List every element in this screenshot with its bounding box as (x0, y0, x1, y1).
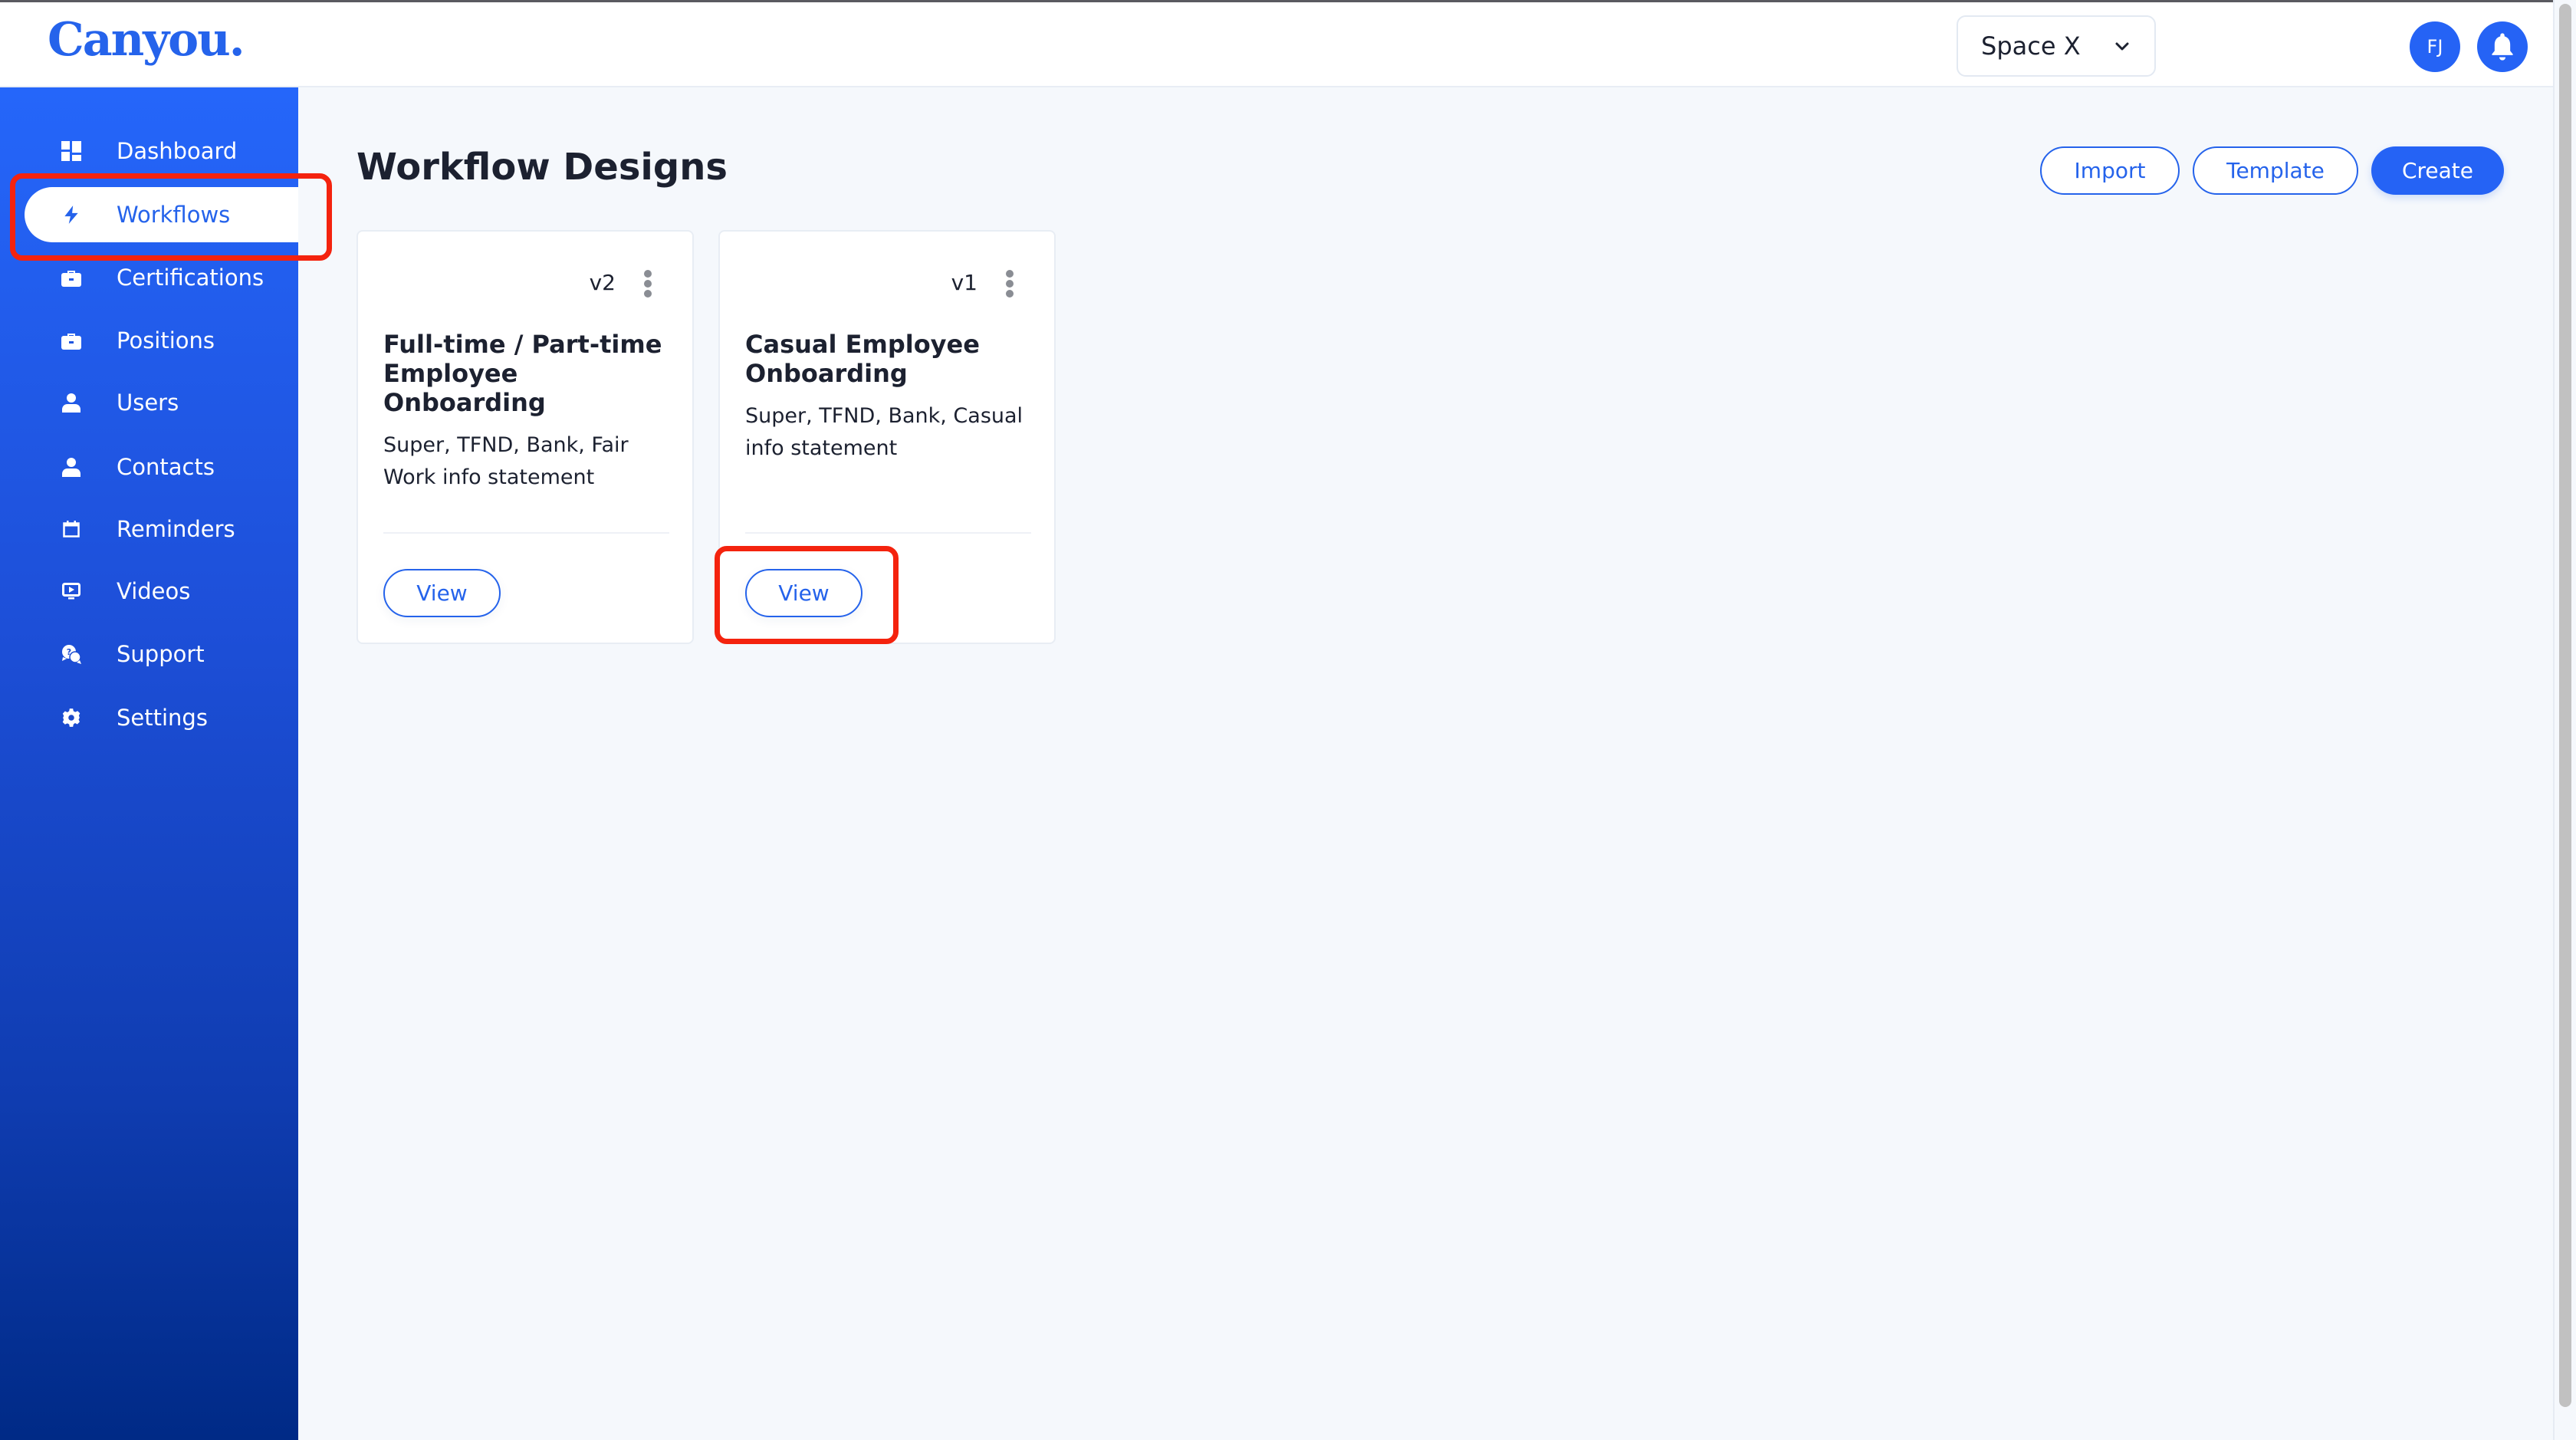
sidebar-item-dashboard[interactable]: Dashboard (25, 123, 298, 179)
sidebar-item-label: Workflows (117, 202, 231, 228)
card-title: Casual Employee Onboarding (745, 330, 980, 388)
sidebar-item-settings[interactable]: Settings (25, 690, 298, 745)
svg-text:?: ? (67, 647, 71, 657)
card-description: Super, TFND, Bank, Casual info statement (745, 404, 1024, 460)
video-icon (60, 580, 83, 603)
user-icon (60, 455, 83, 478)
more-options-icon[interactable] (1004, 268, 1016, 299)
support-chat-icon: ? (60, 643, 83, 666)
sidebar-item-label: Users (117, 390, 179, 416)
sidebar-item-reminders[interactable]: Reminders (25, 501, 298, 557)
sidebar-item-contacts[interactable]: Contacts (25, 439, 298, 495)
card-description: Super, TFND, Bank, Fair Work info statem… (383, 433, 629, 489)
space-selector-dropdown[interactable]: Space X (1957, 15, 2156, 77)
create-button[interactable]: Create (2371, 146, 2504, 195)
briefcase-icon (60, 266, 83, 289)
sidebar-item-label: Positions (117, 327, 215, 353)
notifications-button[interactable] (2477, 21, 2528, 72)
card-divider (745, 532, 1031, 534)
bell-icon (2492, 33, 2513, 61)
sidebar-item-users[interactable]: Users (25, 375, 298, 430)
user-icon (60, 391, 83, 414)
more-options-icon[interactable] (642, 268, 654, 299)
sidebar-item-videos[interactable]: Videos (25, 564, 298, 619)
version-label: v2 (589, 270, 616, 295)
page-title: Workflow Designs (356, 146, 728, 189)
bolt-icon (60, 203, 83, 226)
sidebar-item-label: Videos (117, 578, 191, 604)
template-button[interactable]: Template (2193, 146, 2358, 195)
chevron-down-icon (2115, 42, 2129, 51)
view-button[interactable]: View (745, 569, 863, 617)
canyou-logo[interactable]: Canyou. (48, 13, 245, 67)
sidebar-item-label: Reminders (117, 516, 235, 542)
briefcase-icon (60, 329, 83, 352)
avatar-initials: FJ (2426, 36, 2443, 58)
version-label: v1 (951, 270, 978, 295)
import-button[interactable]: Import (2040, 146, 2180, 195)
sidebar-item-label: Contacts (117, 454, 215, 480)
vertical-scrollbar-thumb[interactable] (2559, 4, 2571, 1407)
workflow-card: v1 Casual Employee Onboarding Super, TFN… (718, 230, 1056, 644)
space-selector-value: Space X (1981, 31, 2081, 61)
calendar-icon (60, 518, 83, 541)
sidebar-item-label: Dashboard (117, 138, 238, 164)
sidebar-item-positions[interactable]: Positions (25, 313, 298, 368)
sidebar-item-label: Certifications (117, 265, 264, 291)
gear-icon (60, 706, 83, 729)
sidebar-item-label: Settings (117, 705, 208, 731)
sidebar-item-certifications[interactable]: Certifications (25, 250, 298, 305)
sidebar-item-label: Support (117, 641, 205, 667)
card-divider (383, 532, 669, 534)
card-title: Full-time / Part-time Employee Onboardin… (383, 330, 662, 417)
sidebar-nav: Dashboard Workflows Certifications Posit… (0, 87, 298, 1440)
user-avatar[interactable]: FJ (2410, 21, 2460, 72)
top-header: Canyou. Space X FJ (0, 2, 2553, 87)
sidebar-item-support[interactable]: ? Support (25, 626, 298, 682)
dashboard-icon (60, 140, 83, 163)
sidebar-item-workflows[interactable]: Workflows (25, 187, 298, 242)
workflow-card: v2 Full-time / Part-time Employee Onboar… (356, 230, 694, 644)
view-button[interactable]: View (383, 569, 501, 617)
